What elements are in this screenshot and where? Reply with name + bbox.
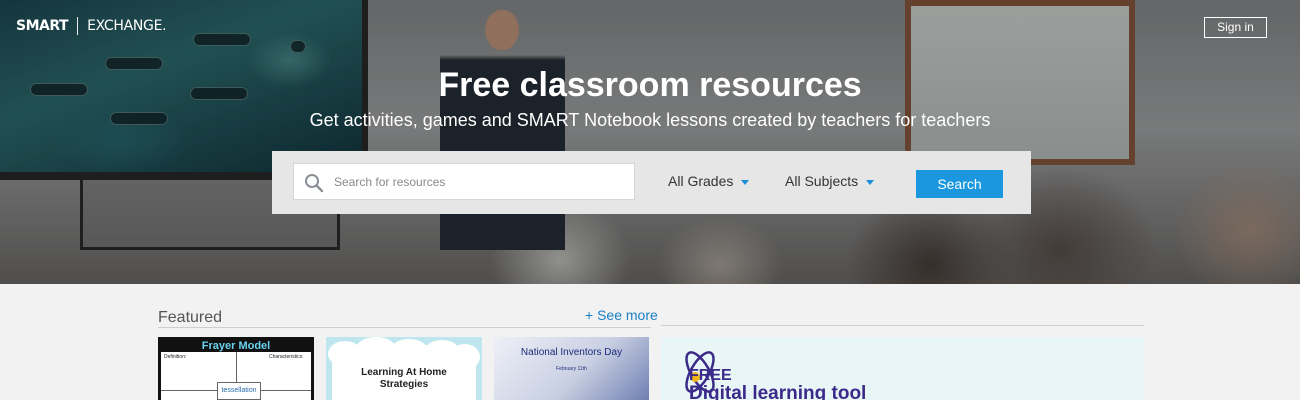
featured-promo-banner[interactable]: FREE Digital learning tool (661, 337, 1144, 400)
chevron-down-icon (741, 180, 750, 185)
cloud-shape (390, 339, 428, 363)
grades-dropdown-label: All Grades (668, 173, 734, 189)
subjects-dropdown[interactable]: All Subjects (785, 173, 875, 189)
featured-heading: Featured (158, 309, 223, 326)
smart-exchange-logo[interactable]: SMART EXCHANGE. (16, 17, 167, 35)
featured-card-national-inventors-day[interactable]: National Inventors Day February 11th (494, 337, 649, 400)
card-date: February 11th (556, 366, 587, 372)
card-title-line-2: Strategies (379, 379, 429, 390)
chevron-down-icon (866, 180, 875, 185)
hero-title: Free classroom resources (438, 66, 862, 104)
logo-brand: SMART (16, 18, 69, 34)
hero-banner: SMART EXCHANGE. Sign in Free classroom r… (0, 0, 1300, 284)
frayer-label-definition: Definition: (164, 354, 187, 360)
sign-in-button[interactable]: Sign in (1204, 17, 1267, 38)
search-icon (305, 174, 324, 193)
card-title: National Inventors Day (520, 347, 623, 358)
featured-card-frayer-model[interactable]: Frayer Model Definition: Characteristics… (158, 337, 314, 400)
search-panel: All Grades All Subjects Search (272, 151, 1031, 214)
search-input[interactable] (334, 164, 629, 199)
banner-headline: Digital learning tool (689, 383, 867, 400)
hero-subtitle: Get activities, games and SMART Notebook… (309, 110, 991, 130)
featured-card-learning-at-home[interactable]: Learning At Home Strategies (326, 337, 482, 400)
frayer-grid: Definition: Characteristics: tessellatio… (161, 352, 311, 400)
hero-overlay (0, 0, 1300, 284)
grades-dropdown[interactable]: All Grades (668, 173, 750, 189)
search-box[interactable] (293, 163, 635, 200)
card-title: Frayer Model (161, 340, 311, 352)
card-title: Learning At Home Strategies (326, 367, 482, 391)
divider (158, 327, 651, 328)
subjects-dropdown-label: All Subjects (785, 173, 859, 189)
logo-product: EXCHANGE. (87, 18, 167, 34)
search-button[interactable]: Search (916, 170, 1003, 198)
frayer-label-characteristics: Characteristics: (269, 354, 304, 360)
logo-divider (77, 17, 79, 35)
card-title-line-1: Learning At Home (361, 367, 447, 378)
frayer-center-term: tessellation (217, 382, 261, 400)
see-more-link[interactable]: + See more (585, 307, 658, 323)
divider (661, 325, 1144, 326)
